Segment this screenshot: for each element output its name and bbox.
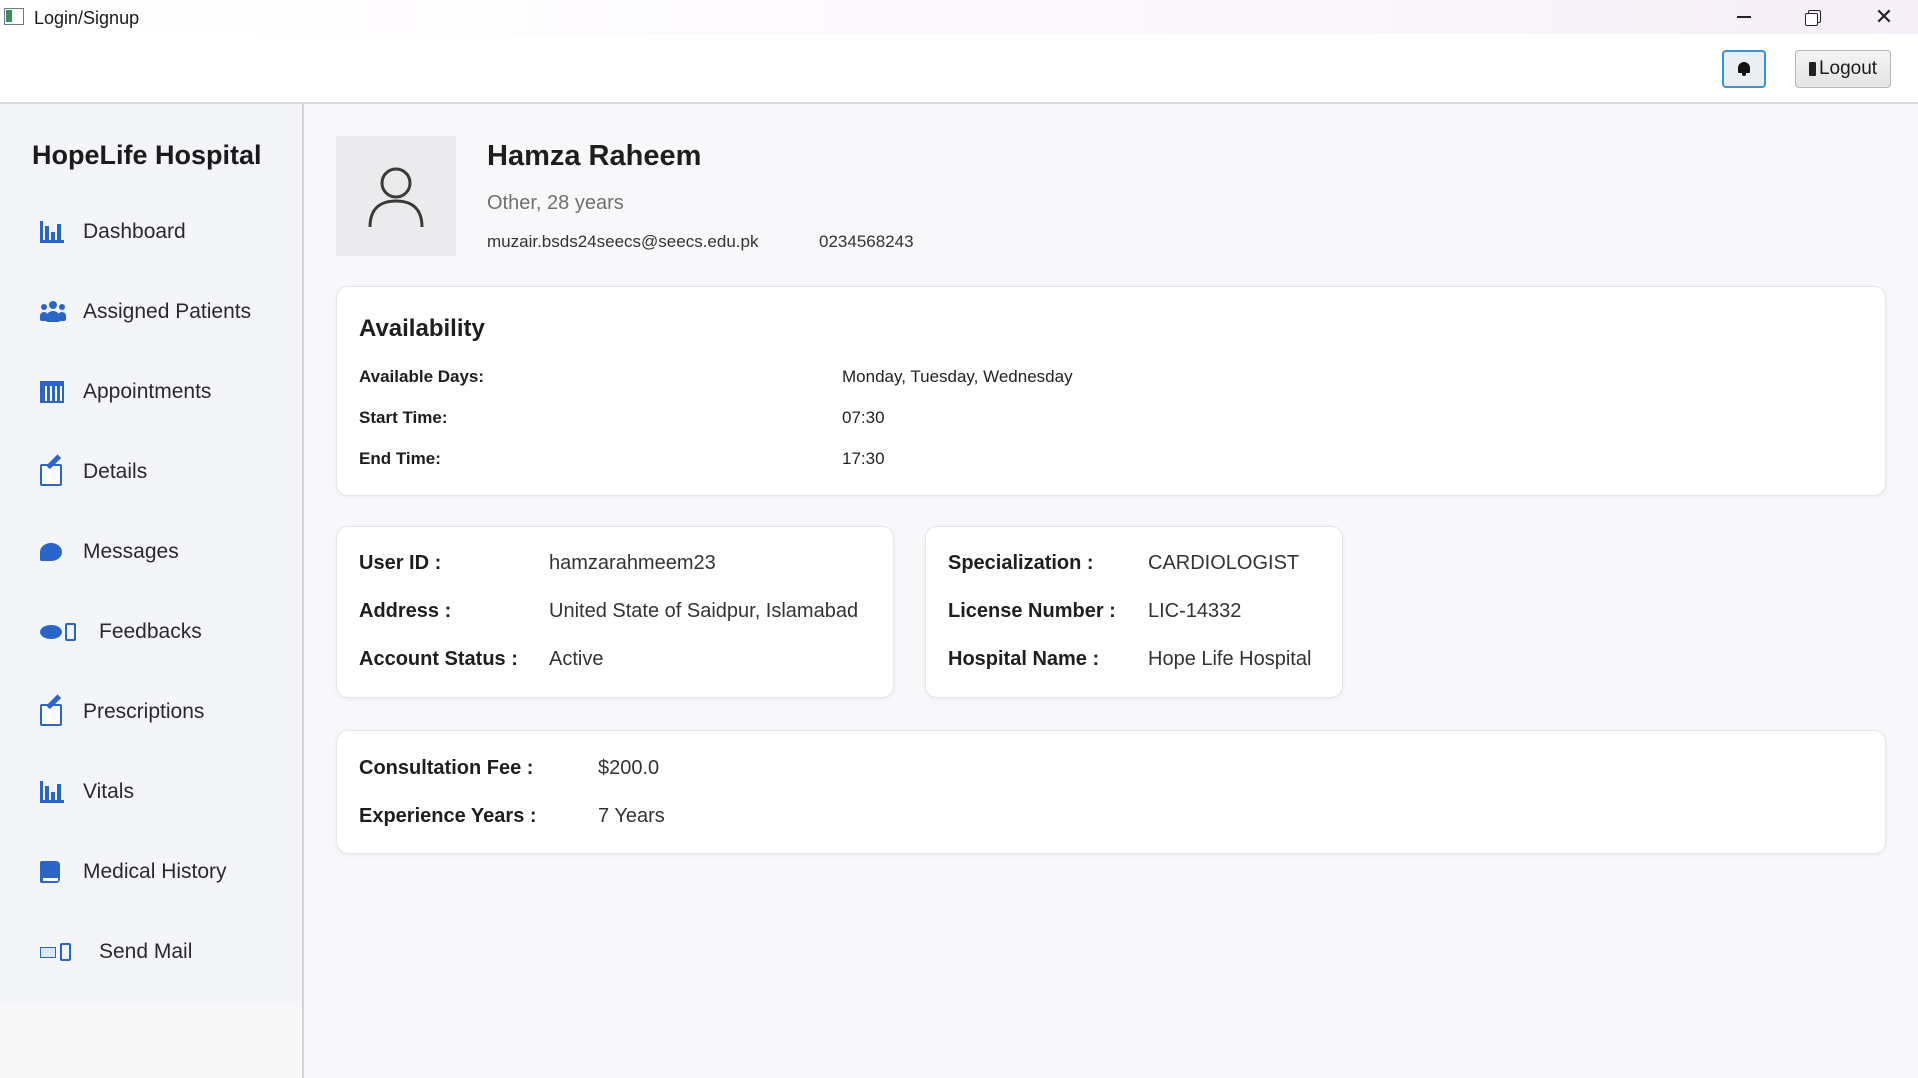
license-number-label: License Number : (948, 600, 1116, 622)
sidebar-item-label: Assigned Patients (83, 300, 252, 323)
available-days-label: Available Days: (359, 367, 485, 386)
sidebar-item-assigned-patients[interactable]: Assigned Patients (40, 292, 251, 332)
user-icon (368, 167, 424, 228)
sidebar-item-label: Messages (83, 540, 179, 563)
edit-icon (40, 700, 68, 726)
user-id-value: hamzarahmeem23 (549, 552, 716, 574)
restore-icon (1805, 10, 1821, 26)
account-status-label: Account Status : (359, 648, 518, 670)
account-card: User ID : hamzarahmeem23 Address : Unite… (336, 526, 894, 698)
minimize-button[interactable] (1710, 0, 1778, 34)
feedback-icon (40, 620, 84, 644)
mail-icon (40, 940, 84, 964)
availability-title: Availability (359, 315, 485, 342)
license-number-value: LIC-14332 (1148, 600, 1242, 622)
profile-phone: 0234568243 (819, 232, 914, 251)
sidebar-footer (0, 1004, 302, 1078)
sidebar-item-vitals[interactable]: Vitals (40, 772, 134, 812)
sidebar: HopeLife Hospital Dashboard Assigned Pat… (0, 104, 304, 1078)
chart-icon (40, 220, 68, 244)
consultation-fee-label: Consultation Fee : (359, 757, 534, 779)
top-toolbar: Logout (0, 34, 1918, 104)
close-icon: ✕ (1874, 4, 1894, 29)
calendar-icon (40, 380, 68, 404)
window-title-bar: Login/Signup ✕ (0, 0, 1918, 34)
sidebar-item-label: Dashboard (83, 220, 186, 243)
sidebar-item-send-mail[interactable]: Send Mail (40, 932, 192, 972)
address-label: Address : (359, 600, 452, 622)
close-button[interactable]: ✕ (1850, 0, 1918, 34)
end-time-value: 17:30 (842, 449, 885, 468)
specialization-label: Specialization : (948, 552, 1094, 574)
start-time-label: Start Time: (359, 408, 448, 427)
users-icon (40, 300, 68, 324)
sidebar-item-label: Prescriptions (83, 700, 205, 723)
start-time-value: 07:30 (842, 408, 885, 427)
experience-years-label: Experience Years : (359, 805, 537, 827)
bell-icon (1737, 61, 1751, 77)
main-content: Hamza Raheem Other, 28 years muzair.bsds… (304, 104, 1918, 1078)
logout-label: Logout (1818, 58, 1878, 79)
user-id-label: User ID : (359, 552, 442, 574)
sidebar-item-label: Appointments (83, 380, 212, 403)
chat-bubble-icon (40, 540, 68, 564)
profile-email: muzair.bsds24seecs@seecs.edu.pk (487, 232, 759, 251)
experience-years-value: 7 Years (598, 805, 665, 827)
hospital-name-value: Hope Life Hospital (1148, 648, 1312, 670)
logout-button[interactable]: Logout (1795, 50, 1891, 88)
fee-card: Consultation Fee : $200.0 Experience Yea… (336, 730, 1886, 854)
sidebar-item-feedbacks[interactable]: Feedbacks (40, 612, 202, 652)
avatar (336, 136, 456, 256)
profile-name: Hamza Raheem (487, 140, 702, 172)
hospital-name-label: Hospital Name : (948, 648, 1100, 670)
book-icon (40, 860, 68, 884)
restore-button[interactable] (1778, 0, 1846, 34)
availability-card: Availability Available Days: Monday, Tue… (336, 286, 1886, 496)
sidebar-item-label: Details (83, 460, 148, 483)
sidebar-item-label: Feedbacks (99, 620, 202, 643)
sidebar-item-details[interactable]: Details (40, 452, 147, 492)
app-icon (4, 8, 24, 25)
profile-gender-age: Other, 28 years (487, 192, 624, 214)
account-status-value: Active (549, 648, 604, 670)
sidebar-item-medical-history[interactable]: Medical History (40, 852, 227, 892)
address-value: United State of Saidpur, Islamabad (549, 600, 859, 622)
consultation-fee-value: $200.0 (598, 757, 660, 779)
sidebar-item-prescriptions[interactable]: Prescriptions (40, 692, 204, 732)
sidebar-item-label: Send Mail (99, 940, 193, 963)
sidebar-item-messages[interactable]: Messages (40, 532, 179, 572)
sidebar-item-label: Vitals (83, 780, 134, 803)
specialization-value: CARDIOLOGIST (1148, 552, 1300, 574)
available-days-value: Monday, Tuesday, Wednesday (842, 367, 1073, 386)
professional-card: Specialization : CARDIOLOGIST License Nu… (925, 526, 1343, 698)
notifications-button[interactable] (1722, 50, 1766, 88)
sidebar-item-dashboard[interactable]: Dashboard (40, 212, 186, 252)
window-title: Login/Signup (34, 8, 140, 28)
end-time-label: End Time: (359, 449, 441, 468)
chart-icon (40, 780, 68, 804)
edit-icon (40, 460, 68, 486)
sidebar-item-appointments[interactable]: Appointments (40, 372, 211, 412)
door-icon (1808, 62, 1816, 76)
sidebar-item-label: Medical History (83, 860, 227, 883)
minimize-icon (1737, 16, 1751, 18)
brand-title: HopeLife Hospital (32, 140, 262, 170)
